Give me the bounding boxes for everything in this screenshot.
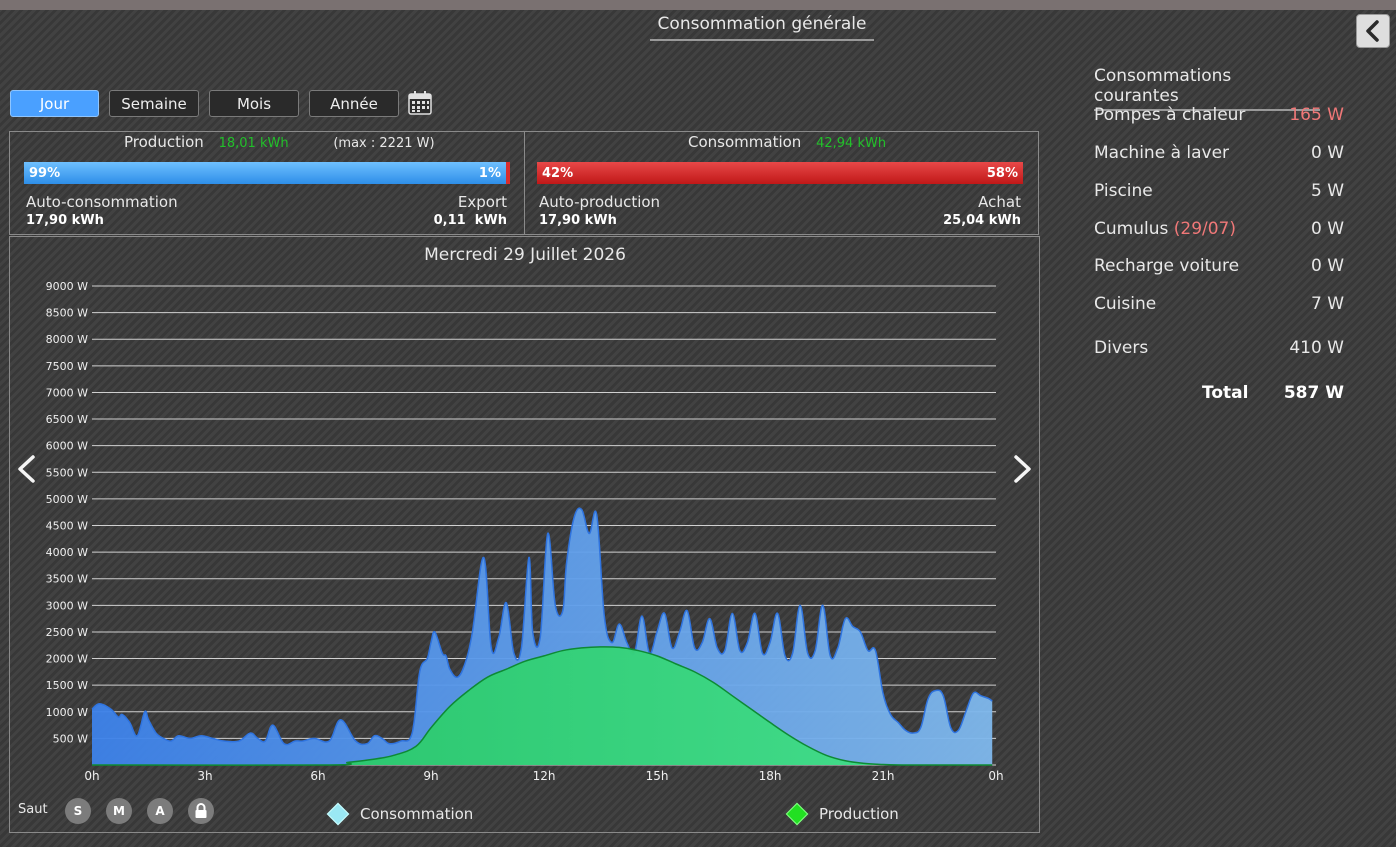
item-label: Machine à laver (1094, 143, 1230, 163)
item-label: Piscine (1094, 181, 1153, 201)
item-label: Divers (1094, 338, 1149, 358)
item-note: (29/07) (1173, 219, 1237, 239)
consumption-item-car-charging: Recharge voiture 0 W (1094, 256, 1344, 276)
production-export-label: Export (457, 193, 507, 211)
tab-mois[interactable]: Mois (209, 90, 299, 117)
calendar-icon[interactable] (407, 90, 433, 116)
total-value: 587 W (1283, 383, 1344, 403)
consumption-item-washing-machine: Machine à laver 0 W (1094, 143, 1344, 163)
consumption-buy-value: 25,04 kWh (943, 213, 1021, 228)
lock-icon (195, 803, 207, 818)
legend-production-marker (785, 802, 809, 826)
jump-year-button[interactable]: A (147, 798, 173, 824)
consumption-bar-left: 42% (542, 165, 574, 181)
item-label: Recharge voiture (1094, 256, 1240, 276)
item-label: Cuisine (1094, 294, 1157, 314)
chart-panel (9, 236, 1040, 833)
consumption-label: Consommation (688, 133, 802, 151)
total-label: Total (1202, 383, 1249, 403)
production-max: (max : 2221 W) (333, 136, 435, 151)
back-button[interactable] (1356, 14, 1390, 48)
production-total: 18,01 kWh (218, 136, 289, 151)
consumption-self-label: Auto-production (539, 193, 661, 211)
jump-week-button[interactable]: S (65, 798, 91, 824)
consumption-item-heat-pumps: Pompes à chaleur 165 W (1094, 105, 1344, 125)
consumption-item-kitchen: Cuisine 7 W (1094, 294, 1344, 314)
next-day-arrow-icon[interactable] (1012, 454, 1034, 484)
jump-month-button[interactable]: M (106, 798, 132, 824)
jump-label: Saut (18, 802, 48, 817)
consumption-header: Consommation 42,94 kWh (688, 133, 886, 151)
tab-semaine[interactable]: Semaine (109, 90, 199, 117)
item-label: Pompes à chaleur (1094, 105, 1246, 125)
consumption-item-water-heater: Cumulus (29/07) 0 W (1094, 219, 1344, 239)
consumption-bar-right: 58% (986, 165, 1018, 181)
legend-production[interactable]: Production (785, 802, 899, 826)
item-label: Cumulus (1094, 219, 1174, 239)
tab-jour[interactable]: Jour (10, 90, 99, 117)
production-bar-right: 1% (478, 165, 501, 181)
item-value: 5 W (1310, 181, 1344, 201)
consumption-bar: 42% 58% (537, 162, 1023, 184)
production-self-label: Auto-consommation (26, 193, 178, 211)
consumption-total: 42,94 kWh (816, 136, 887, 151)
item-value: 7 W (1310, 294, 1344, 314)
item-value: 0 W (1310, 143, 1344, 163)
production-export-value: 0,11 kWh (433, 213, 507, 228)
production-label: Production (124, 133, 204, 151)
top-bar (0, 0, 1396, 10)
item-value: 0 W (1310, 219, 1344, 239)
production-bar: 99% 1% (24, 162, 506, 184)
production-bar-left: 99% (29, 165, 61, 181)
legend-consumption[interactable]: Consommation (326, 802, 474, 826)
tab-annee[interactable]: Année (309, 90, 399, 117)
legend-consumption-label: Consommation (360, 805, 474, 823)
production-export-segment (506, 162, 510, 184)
previous-day-arrow-icon[interactable] (15, 454, 37, 484)
chart-title: Mercredi 29 Juillet 2026 (424, 245, 626, 265)
lock-button[interactable] (188, 798, 214, 824)
consumption-item-misc: Divers 410 W (1094, 338, 1344, 358)
item-value: 165 W (1289, 105, 1344, 125)
legend-consumption-marker (326, 802, 350, 826)
production-self-value: 17,90 kWh (26, 213, 104, 228)
item-value: 410 W (1289, 338, 1344, 358)
consumption-self-value: 17,90 kWh (539, 213, 617, 228)
legend-production-label: Production (819, 805, 899, 823)
consumption-buy-label: Achat (978, 193, 1021, 211)
chevron-left-icon (1366, 20, 1379, 42)
page-title: Consommation générale (650, 14, 874, 41)
item-value: 0 W (1310, 256, 1344, 276)
production-header: Production 18,01 kWh (max : 2221 W) (124, 133, 435, 151)
consumption-item-pool: Piscine 5 W (1094, 181, 1344, 201)
